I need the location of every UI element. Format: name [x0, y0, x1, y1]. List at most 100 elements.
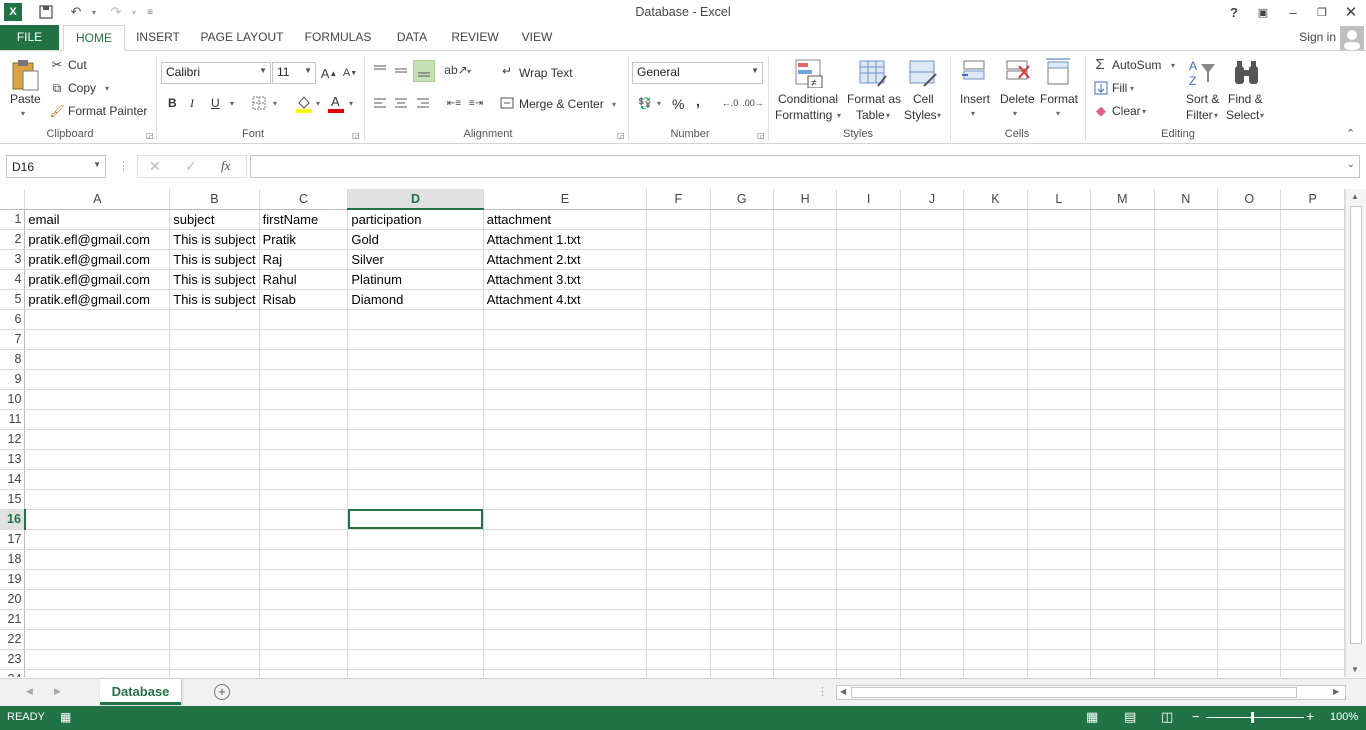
- cell-d20[interactable]: [347, 589, 484, 610]
- cell-o8[interactable]: [1217, 349, 1282, 370]
- align-right-icon[interactable]: [414, 94, 432, 112]
- cell-j24[interactable]: [900, 669, 965, 677]
- cell-p6[interactable]: [1280, 309, 1345, 330]
- cell-i1[interactable]: [836, 209, 901, 230]
- cell-p1[interactable]: [1280, 209, 1345, 230]
- cell-c13[interactable]: [259, 449, 349, 470]
- cell-h5[interactable]: [773, 289, 838, 310]
- clear-button[interactable]: Clear: [1112, 104, 1141, 118]
- cell-p12[interactable]: [1280, 429, 1345, 450]
- tab-view[interactable]: VIEW: [515, 25, 559, 50]
- cell-g24[interactable]: [710, 669, 774, 677]
- cell-i21[interactable]: [836, 609, 901, 630]
- cell-a2[interactable]: pratik.efl@gmail.com: [24, 229, 171, 250]
- cell-p22[interactable]: [1280, 629, 1345, 650]
- cell-b5[interactable]: This is subject: [169, 289, 260, 310]
- number-launcher-icon[interactable]: ◲: [757, 131, 765, 140]
- cell-f14[interactable]: [646, 469, 711, 490]
- cell-g17[interactable]: [710, 529, 774, 550]
- cell-l1[interactable]: [1027, 209, 1092, 230]
- cell-e1[interactable]: attachment: [483, 209, 648, 230]
- clipboard-launcher-icon[interactable]: ◲: [146, 131, 154, 140]
- cell-a17[interactable]: [24, 529, 171, 550]
- cell-a12[interactable]: [24, 429, 171, 450]
- cell-b11[interactable]: [169, 409, 260, 430]
- cell-f6[interactable]: [646, 309, 711, 330]
- percent-button[interactable]: %: [672, 96, 684, 112]
- cell-c10[interactable]: [259, 389, 349, 410]
- spreadsheet-grid[interactable]: ABCDEFGHIJKLMNOP 1 email subject firstName p…: [0, 189, 1345, 677]
- cell-p8[interactable]: [1280, 349, 1345, 370]
- cell-h13[interactable]: [773, 449, 838, 470]
- cell-b1[interactable]: subject: [169, 209, 260, 230]
- row-header[interactable]: 17: [0, 529, 26, 550]
- cell-b8[interactable]: [169, 349, 260, 370]
- cell-styles-dropdown-icon[interactable]: ▾: [937, 111, 941, 120]
- decrease-font-icon[interactable]: A ▼: [341, 64, 359, 82]
- cell-m17[interactable]: [1090, 529, 1155, 550]
- row-header[interactable]: 7: [0, 329, 26, 350]
- underline-dropdown-icon[interactable]: ▾: [230, 99, 234, 108]
- chevron-down-icon[interactable]: ▼: [93, 160, 101, 169]
- cell-c19[interactable]: [259, 569, 349, 590]
- cell-j17[interactable]: [900, 529, 965, 550]
- cell-m6[interactable]: [1090, 309, 1155, 330]
- zoom-level[interactable]: 100%: [1330, 711, 1358, 723]
- cell-d4[interactable]: Platinum: [347, 269, 484, 290]
- cell-i6[interactable]: [836, 309, 901, 330]
- cell-d21[interactable]: [347, 609, 484, 630]
- cell-c11[interactable]: [259, 409, 349, 430]
- cell-o17[interactable]: [1217, 529, 1282, 550]
- cell-h11[interactable]: [773, 409, 838, 430]
- cell-d19[interactable]: [347, 569, 484, 590]
- cell-e24[interactable]: [483, 669, 648, 677]
- row-header[interactable]: 21: [0, 609, 26, 630]
- cell-o18[interactable]: [1217, 549, 1282, 570]
- cell-d15[interactable]: [347, 489, 484, 510]
- scroll-down-icon[interactable]: ▼: [1351, 665, 1359, 674]
- column-header-l[interactable]: L: [1027, 189, 1092, 210]
- cell-m15[interactable]: [1090, 489, 1155, 510]
- cell-p24[interactable]: [1280, 669, 1345, 677]
- row-header[interactable]: 4: [0, 269, 26, 290]
- cell-k14[interactable]: [963, 469, 1028, 490]
- cell-g13[interactable]: [710, 449, 774, 470]
- cell-b12[interactable]: [169, 429, 260, 450]
- cell-o6[interactable]: [1217, 309, 1282, 330]
- cell-m13[interactable]: [1090, 449, 1155, 470]
- cell-e4[interactable]: Attachment 3.txt: [483, 269, 648, 290]
- cell-l6[interactable]: [1027, 309, 1092, 330]
- column-header-k[interactable]: K: [963, 189, 1028, 210]
- autosum-button[interactable]: AutoSum: [1112, 58, 1161, 72]
- cell-l22[interactable]: [1027, 629, 1092, 650]
- cell-l11[interactable]: [1027, 409, 1092, 430]
- cell-l8[interactable]: [1027, 349, 1092, 370]
- cell-h4[interactable]: [773, 269, 838, 290]
- cell-j6[interactable]: [900, 309, 965, 330]
- cell-n21[interactable]: [1154, 609, 1218, 630]
- cell-c8[interactable]: [259, 349, 349, 370]
- fill-color-icon[interactable]: [295, 93, 313, 113]
- cell-n1[interactable]: [1154, 209, 1218, 230]
- cell-i12[interactable]: [836, 429, 901, 450]
- column-header-f[interactable]: F: [646, 189, 711, 210]
- cell-f15[interactable]: [646, 489, 711, 510]
- cell-d12[interactable]: [347, 429, 484, 450]
- cell-i24[interactable]: [836, 669, 901, 677]
- cell-g3[interactable]: [710, 249, 774, 270]
- column-header-i[interactable]: I: [836, 189, 901, 210]
- cell-g19[interactable]: [710, 569, 774, 590]
- conditional-formatting-dropdown-icon[interactable]: ▾: [837, 111, 841, 120]
- new-sheet-icon[interactable]: +: [214, 684, 230, 700]
- row-header[interactable]: 10: [0, 389, 26, 410]
- cell-k13[interactable]: [963, 449, 1028, 470]
- cell-k8[interactable]: [963, 349, 1028, 370]
- cell-j23[interactable]: [900, 649, 965, 670]
- cell-n24[interactable]: [1154, 669, 1218, 677]
- cell-k23[interactable]: [963, 649, 1028, 670]
- cell-p15[interactable]: [1280, 489, 1345, 510]
- cell-p2[interactable]: [1280, 229, 1345, 250]
- cell-f1[interactable]: [646, 209, 711, 230]
- cell-p18[interactable]: [1280, 549, 1345, 570]
- cell-n22[interactable]: [1154, 629, 1218, 650]
